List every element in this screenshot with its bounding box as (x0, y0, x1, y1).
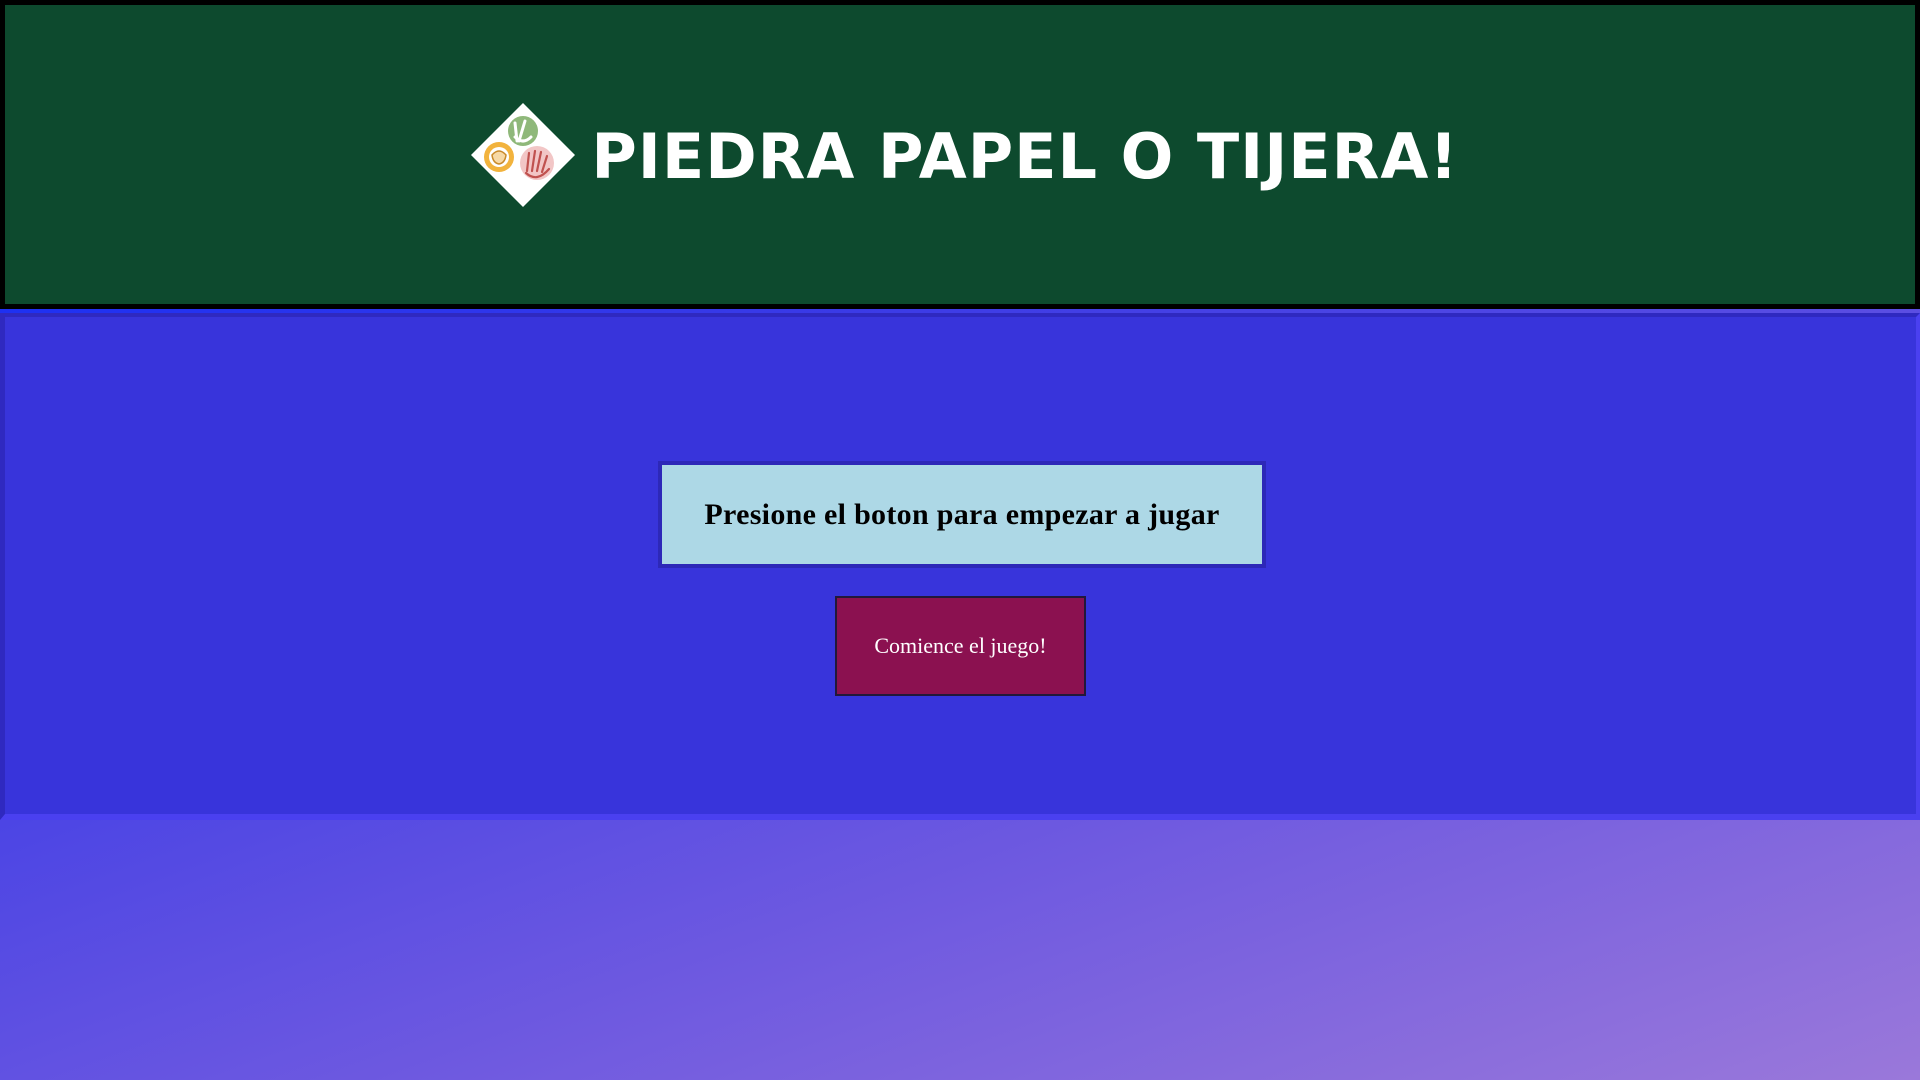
header-content: PIEDRA PAPEL O TIJERA! (469, 101, 1458, 209)
game-panel: Presione el boton para empezar a jugar C… (0, 313, 1920, 820)
instruction-box: Presione el boton para empezar a jugar (658, 461, 1266, 568)
instruction-text: Presione el boton para empezar a jugar (704, 497, 1220, 531)
rock-paper-scissors-logo-icon (471, 102, 576, 207)
start-game-button[interactable]: Comience el juego! (835, 596, 1086, 696)
page-title: PIEDRA PAPEL O TIJERA! (591, 119, 1459, 193)
header-banner: PIEDRA PAPEL O TIJERA! (0, 0, 1920, 309)
